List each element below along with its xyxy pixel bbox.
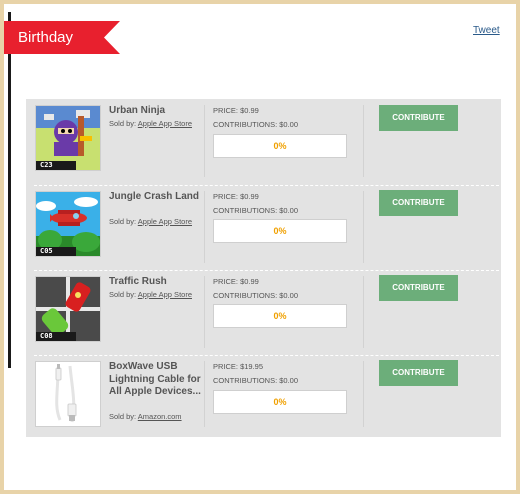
thumb-badge: C05 <box>36 247 76 256</box>
seller-link[interactable]: Amazon.com <box>138 412 182 421</box>
list-item: C08 Traffic Rush Sold by: Apple App Stor… <box>26 270 501 355</box>
gift-list: C23 Urban Ninja Sold by: Apple App Store… <box>26 99 501 437</box>
item-thumbnail[interactable]: C08 <box>35 276 101 342</box>
column-divider <box>363 191 364 263</box>
progress-bar: 0% <box>213 134 347 158</box>
progress-bar: 0% <box>213 390 347 414</box>
item-contributions: CONTRIBUTIONS: $0.00 <box>213 376 299 385</box>
seller-link[interactable]: Apple App Store <box>138 290 192 299</box>
column-divider <box>363 361 364 427</box>
column-divider <box>204 191 205 263</box>
seller-link[interactable]: Apple App Store <box>138 119 192 128</box>
column-divider <box>363 276 364 348</box>
item-price: PRICE: $19.95 <box>213 362 264 371</box>
list-item: C05 Jungle Crash Land Sold by: Apple App… <box>26 185 501 270</box>
item-seller: Sold by: Apple App Store <box>109 217 192 226</box>
progress-bar: 0% <box>213 304 347 328</box>
tweet-link[interactable]: Tweet <box>473 25 500 36</box>
usb-cable-image <box>36 362 100 426</box>
item-contributions: CONTRIBUTIONS: $0.00 <box>213 206 299 215</box>
list-item: BoxWave USB Lightning Cable for All Appl… <box>26 355 501 437</box>
item-thumbnail[interactable] <box>35 361 101 427</box>
list-item: C23 Urban Ninja Sold by: Apple App Store… <box>26 99 501 185</box>
item-price: PRICE: $0.99 <box>213 106 259 115</box>
item-contributions: CONTRIBUTIONS: $0.00 <box>213 120 299 129</box>
item-title[interactable]: Jungle Crash Land <box>109 191 201 204</box>
column-divider <box>363 105 364 177</box>
item-contributions: CONTRIBUTIONS: $0.00 <box>213 291 299 300</box>
left-rule <box>8 12 11 368</box>
contribute-button[interactable]: CONTRIBUTE <box>379 105 458 131</box>
column-divider <box>204 361 205 427</box>
thumb-badge: C08 <box>36 332 76 341</box>
gift-list-page: Birthday Tweet C23 Urban Ninja Sold by: … <box>4 4 516 490</box>
contribute-button[interactable]: CONTRIBUTE <box>379 360 458 386</box>
item-price: PRICE: $0.99 <box>213 277 259 286</box>
progress-bar: 0% <box>213 219 347 243</box>
item-seller: Sold by: Apple App Store <box>109 290 192 299</box>
seller-link[interactable]: Apple App Store <box>138 217 192 226</box>
sold-by-label: Sold by: <box>109 290 137 299</box>
thumb-badge: C23 <box>36 161 76 170</box>
item-title[interactable]: BoxWave USB Lightning Cable for All Appl… <box>109 361 201 399</box>
contribute-button[interactable]: CONTRIBUTE <box>379 190 458 216</box>
sold-by-label: Sold by: <box>109 119 137 128</box>
contribute-button[interactable]: CONTRIBUTE <box>379 275 458 301</box>
occasion-ribbon: Birthday <box>4 21 120 54</box>
sold-by-label: Sold by: <box>109 412 137 421</box>
item-price: PRICE: $0.99 <box>213 192 259 201</box>
item-title[interactable]: Urban Ninja <box>109 105 201 118</box>
column-divider <box>204 276 205 348</box>
item-seller: Sold by: Amazon.com <box>109 412 182 421</box>
item-seller: Sold by: Apple App Store <box>109 119 192 128</box>
sold-by-label: Sold by: <box>109 217 137 226</box>
item-thumbnail[interactable]: C05 <box>35 191 101 257</box>
column-divider <box>204 105 205 177</box>
ribbon-label: Birthday <box>18 29 74 46</box>
item-thumbnail[interactable]: C23 <box>35 105 101 171</box>
item-title[interactable]: Traffic Rush <box>109 276 201 289</box>
